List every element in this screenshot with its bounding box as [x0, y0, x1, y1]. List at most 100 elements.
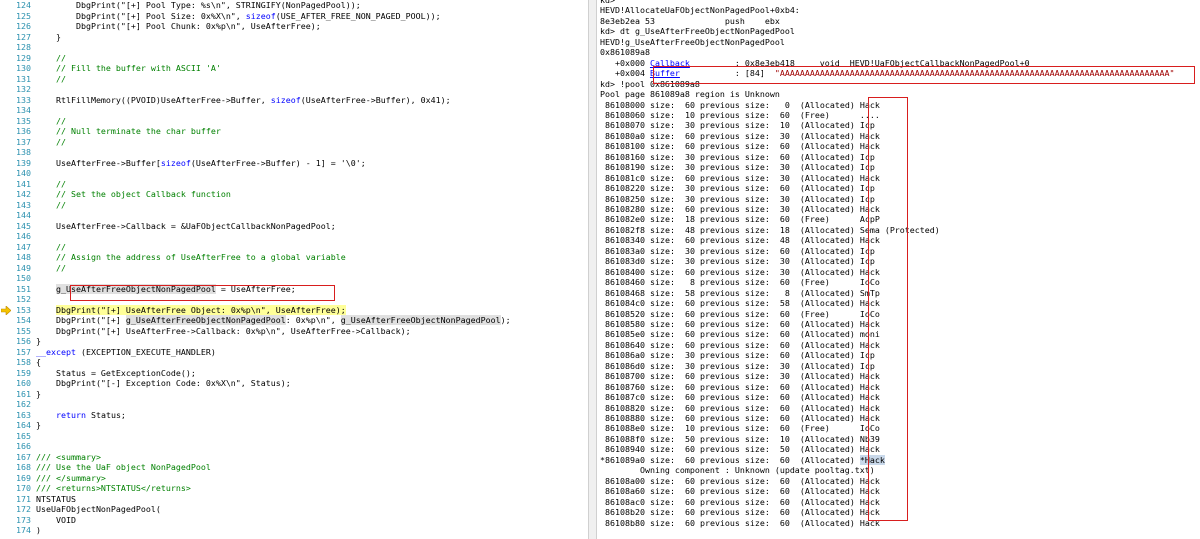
code-line[interactable]: 148 // Assign the address of UseAfterFre… — [0, 252, 588, 263]
pool-state: (Allocated) — [799, 141, 855, 152]
pool-state: (Allocated) — [799, 339, 855, 350]
code-token: UseAfterFree->Callback = &UaFObjectCallb… — [36, 220, 336, 231]
code-line[interactable]: 162 — [0, 399, 588, 410]
code-line[interactable]: 147 // — [0, 242, 588, 253]
code-line[interactable]: 160 DbgPrint("[-] Exception Code: 0x%X\n… — [0, 378, 588, 389]
code-line[interactable]: 149 // — [0, 263, 588, 274]
code-line[interactable]: 129 // — [0, 53, 588, 64]
code-line[interactable]: 174) — [0, 525, 588, 536]
pool-entry-row: 86108280 size: 60 previous size: 30 (All… — [600, 204, 880, 214]
code-line[interactable]: 132 — [0, 84, 588, 95]
code-line[interactable]: 133 RtlFillMemory((PVOID)UseAfterFree->B… — [0, 95, 588, 106]
code-text: DbgPrint("[-] Exception Code: 0x%X\n", S… — [36, 378, 291, 389]
code-line[interactable]: 140 — [0, 168, 588, 179]
code-line[interactable]: 157 __except (EXCEPTION_EXECUTE_HANDLER) — [0, 347, 588, 358]
code-line[interactable]: 128 — [0, 42, 588, 53]
size-label: size: — [649, 486, 675, 497]
code-line[interactable]: 144 — [0, 210, 588, 221]
code-line[interactable]: 138 — [0, 147, 588, 158]
code-line[interactable]: 135 // — [0, 116, 588, 127]
code-line[interactable]: 154 DbgPrint("[+] g_UseAfterFreeObjectNo… — [0, 315, 588, 326]
code-line[interactable]: 142 // Set the object Callback function — [0, 189, 588, 200]
line-number: 134 — [16, 105, 31, 115]
code-line[interactable]: 158 { — [0, 357, 588, 368]
code-line[interactable]: 166 — [0, 441, 588, 452]
code-line[interactable]: 163 return Status; — [0, 410, 588, 421]
code-line[interactable]: 155 DbgPrint("[+] UseAfterFree->Callback… — [0, 326, 588, 337]
line-number: 124 — [16, 0, 31, 10]
pool-state: (Allocated) — [799, 475, 855, 486]
code-line[interactable]: 159 Status = GetExceptionCode(); — [0, 368, 588, 379]
debugger-line: kd> dt g_UseAfterFreeObjectNonPagedPool — [600, 26, 795, 36]
code-line[interactable]: 141 // — [0, 179, 588, 190]
code-line[interactable]: 124 DbgPrint("[+] Pool Type: %s\n", STRI… — [0, 0, 588, 11]
code-line[interactable]: 125 DbgPrint("[+] Pool Size: 0x%X\n", si… — [0, 11, 588, 22]
code-line[interactable]: 161} — [0, 389, 588, 400]
pool-address: 86108280 — [600, 204, 645, 214]
pane-splitter[interactable] — [588, 0, 597, 539]
code-line[interactable]: 131 // — [0, 74, 588, 85]
previous-size-label: previous size: — [699, 454, 770, 465]
pool-previous-size: 60 — [779, 413, 790, 423]
code-line[interactable]: 170 /// <returns>NTSTATUS</returns> — [0, 483, 588, 494]
code-line[interactable]: 139 UseAfterFree->Buffer[sizeof(UseAfter… — [0, 158, 588, 169]
debugger-text: Pool page 861089a8 region is Unknown — [600, 89, 780, 100]
pool-address: 861086d0 — [600, 360, 645, 371]
pool-size: 60 — [684, 496, 695, 507]
code-text: return Status; — [36, 410, 126, 421]
code-line[interactable]: 126 DbgPrint("[+] Pool Chunk: 0x%p\n", U… — [0, 21, 588, 32]
debugger-command-window[interactable]: kd> HEVD!AllocateUaFObjectNonPagedPool+0x… — [597, 0, 1200, 539]
code-line[interactable]: 169 /// </summary> — [0, 473, 588, 484]
code-line[interactable]: 164} — [0, 420, 588, 431]
code-line[interactable]: 153 DbgPrint("[+] UseAfterFree Object: 0… — [0, 304, 588, 316]
code-line[interactable]: 150 — [0, 273, 588, 284]
code-line[interactable]: 165 — [0, 431, 588, 442]
code-line[interactable]: 134 — [0, 105, 588, 116]
pool-entry-row: 861082e0 size: 18 previous size: 60 (Fre… — [600, 214, 880, 224]
pool-state: (Allocated) — [799, 517, 855, 528]
pool-entry-row: 861088e0 size: 10 previous size: 60 (Fre… — [600, 423, 880, 433]
code-line[interactable]: 137 // — [0, 137, 588, 148]
pool-size: 30 — [684, 162, 695, 173]
code-line[interactable]: 168 /// Use the UaF object NonPagedPool — [0, 462, 588, 473]
code-line[interactable]: 171 NTSTATUS — [0, 494, 588, 505]
pool-previous-size: 30 — [779, 130, 790, 141]
pool-address: 86108580 — [600, 318, 645, 329]
code-line[interactable]: 136 // Null terminate the char buffer — [0, 126, 588, 137]
code-line[interactable]: 172 UseUaFObjectNonPagedPool( — [0, 504, 588, 515]
pool-address: 861083a0 — [600, 245, 645, 256]
pool-previous-size: 60 — [779, 486, 790, 497]
code-line[interactable]: 146 — [0, 231, 588, 242]
code-token: ) — [36, 525, 41, 535]
pool-address: 86108940 — [600, 444, 645, 455]
code-line[interactable]: 156} — [0, 336, 588, 347]
source-code-editor[interactable]: 124 DbgPrint("[+] Pool Type: %s\n", STRI… — [0, 0, 588, 539]
code-line[interactable]: 127 } — [0, 32, 588, 43]
code-line[interactable]: 145 UseAfterFree->Callback = &UaFObjectC… — [0, 221, 588, 232]
previous-size-label: previous size: — [699, 350, 770, 361]
pool-address: 86108520 — [600, 308, 645, 319]
code-text: /// Use the UaF object NonPagedPool — [36, 462, 211, 473]
code-line[interactable]: 143 // — [0, 200, 588, 211]
code-token: // — [36, 73, 66, 84]
code-line[interactable]: 130 // Fill the buffer with ASCII 'A' — [0, 63, 588, 74]
code-line[interactable]: 173 VOID — [0, 515, 588, 526]
code-line[interactable]: 167 /// <summary> — [0, 452, 588, 463]
